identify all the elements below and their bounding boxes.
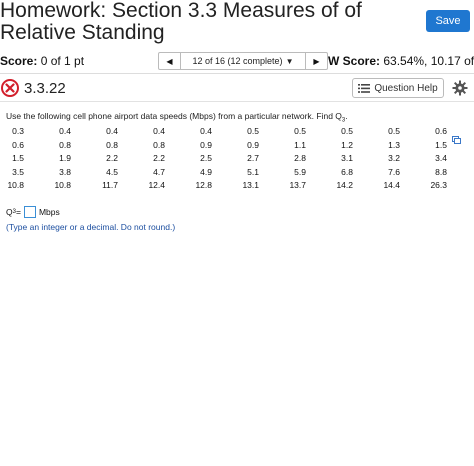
table-cell: 12.4 [148,180,165,190]
gear-icon[interactable] [452,80,468,96]
table-cell: 4.5 [106,166,118,177]
save-button[interactable]: Save [426,10,470,32]
table-cell: 1.9 [59,153,71,163]
table-cell: 0.9 [247,139,259,150]
table-cell: 0.3 [12,126,24,136]
answer-equals: = [15,207,21,217]
table-cell: 1.5 [12,153,24,163]
question-score: Score: 0 of 1 pt [0,54,84,68]
hw-score-label: W Score: [328,54,381,68]
table-cell: 13.7 [289,180,306,190]
copy-icon[interactable] [452,131,461,144]
table-cell: 2.8 [294,153,306,163]
table-cell: 0.6 [12,139,24,150]
pager-text: 12 of 16 (12 complete) [192,56,283,66]
title-line-2: Relative Standing [0,21,165,44]
table-cell: 1.1 [294,139,306,150]
score-bar: Score: 0 of 1 pt ◀ 12 of 16 (12 complete… [0,50,474,74]
next-question-button[interactable]: ▶ [305,53,327,69]
answer-input[interactable] [23,206,36,218]
table-cell: 2.2 [153,153,165,163]
score-label: Score: [0,54,38,68]
hw-score-value: 63.54%, 10.17 of... [383,54,474,68]
table-cell: 3.1 [341,153,353,163]
table-cell: 5.9 [294,166,306,177]
table-cell: 7.6 [388,166,400,177]
table-cell: 0.4 [153,126,165,136]
table-cell: 1.2 [341,139,353,150]
table-row: 10.8 10.8 11.7 12.4 12.8 13.1 13.7 14.2 14.4 26.3 [0,180,474,194]
table-row: 0.6 0.8 0.8 0.8 0.9 0.9 1.1 1.2 1.3 1.5 [0,140,474,154]
table-cell: 0.8 [153,139,165,150]
table-cell: 13.1 [242,180,259,190]
table-cell: 2.7 [247,153,259,163]
table-cell: 4.7 [153,166,165,177]
question-selector[interactable]: 12 of 16 (12 complete) ▼ [181,53,305,69]
table-cell: 3.8 [59,166,71,177]
table-cell: 6.8 [341,166,353,177]
table-row: 0.3 0.4 0.4 0.4 0.4 0.5 0.5 0.5 0.5 0.6 [0,126,474,144]
table-cell: 1.5 [435,139,447,150]
table-row: 3.5 3.8 4.5 4.7 4.9 5.1 5.9 6.8 7.6 8.8 [0,167,474,181]
table-cell: 0.8 [106,139,118,150]
question-prompt: Use the following cell phone airport dat… [6,111,348,124]
table-cell: 26.3 [430,180,447,190]
previous-question-button[interactable]: ◀ [159,53,181,69]
table-cell: 0.5 [247,126,259,136]
answer-label: Q [6,207,13,217]
table-cell: 10.8 [54,180,71,190]
homework-score: W Score: 63.54%, 10.17 of... [328,54,474,68]
answer-hint: (Type an integer or a decimal. Do not ro… [6,222,176,232]
question-pager: ◀ 12 of 16 (12 complete) ▼ ▶ [158,52,328,70]
table-cell: 0.5 [388,126,400,136]
table-cell: 0.4 [59,126,71,136]
triangle-right-icon: ▶ [313,56,320,66]
table-cell: 8.8 [435,166,447,177]
prompt-text: Use the following cell phone airport dat… [6,111,342,121]
table-cell: 2.2 [106,153,118,163]
caret-down-icon: ▼ [285,56,294,66]
answer-row: Q3 = Mbps [6,206,60,218]
table-cell: 3.5 [12,166,24,177]
list-icon [358,83,371,93]
table-cell: 10.8 [7,180,24,190]
page-title: Homework: Section 3.3 Measures of of Rel… [0,0,420,44]
table-cell: 0.4 [200,126,212,136]
table-cell: 12.8 [195,180,212,190]
table-cell: 2.5 [200,153,212,163]
table-cell: 3.2 [388,153,400,163]
data-table: 0.3 0.4 0.4 0.4 0.4 0.5 0.5 0.5 0.5 0.6 0.6 0.8 0.8 0… [0,126,474,194]
title-line-1: Homework: Section 3.3 Measures of of [0,0,362,22]
answer-unit: Mbps [38,207,60,217]
table-cell: 0.6 [435,126,447,136]
score-value: 0 of 1 pt [40,54,85,68]
question-number: 3.3.22 [24,80,66,97]
question-bar: 3.3.22 Question Help [0,76,474,102]
table-cell: 1.3 [388,139,400,150]
table-cell: 0.8 [59,139,71,150]
table-cell: 0.4 [106,126,118,136]
table-cell: 4.9 [200,166,212,177]
table-cell: 5.1 [247,166,259,177]
table-cell: 14.4 [383,180,400,190]
table-cell: 0.5 [294,126,306,136]
x-circle-icon [1,79,19,97]
table-cell: 0.9 [200,139,212,150]
triangle-left-icon: ◀ [166,56,173,66]
table-cell: 11.7 [102,180,118,190]
question-help-button[interactable]: Question Help [352,78,444,98]
table-row: 1.5 1.9 2.2 2.2 2.5 2.7 2.8 3.1 3.2 3.4 [0,153,474,167]
table-cell: 0.5 [341,126,353,136]
question-help-label: Question Help [374,82,438,94]
table-cell: 14.2 [336,180,353,190]
table-cell: 3.4 [435,153,447,163]
prompt-end: . [345,111,348,121]
